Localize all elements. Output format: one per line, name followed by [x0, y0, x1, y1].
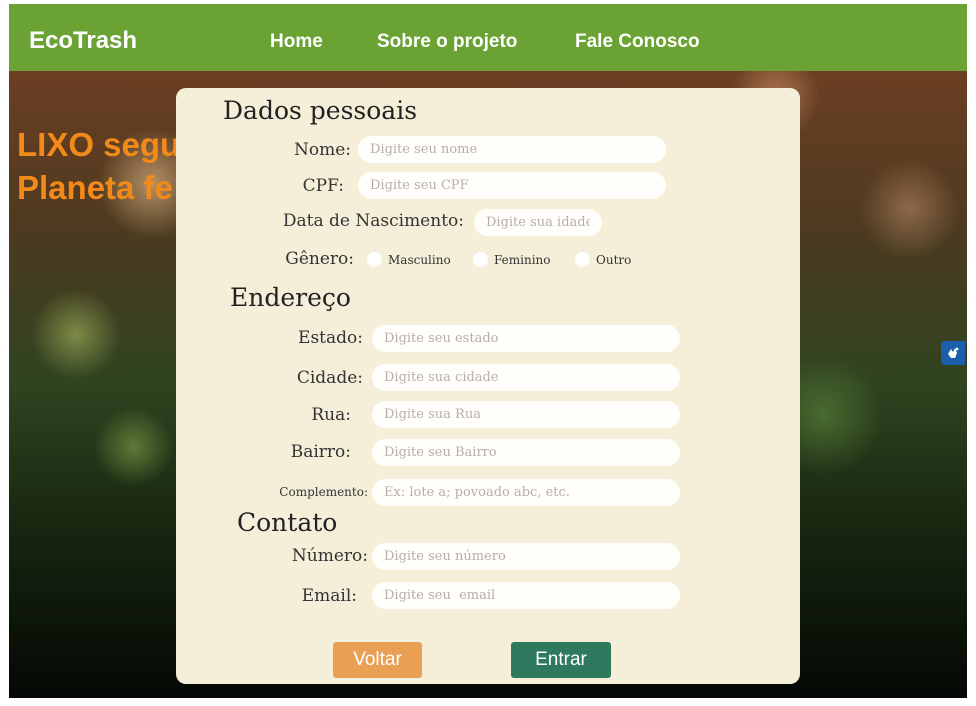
- nav-fale-conosco[interactable]: Fale Conosco: [575, 31, 700, 53]
- accessibility-widget-button[interactable]: [941, 341, 965, 365]
- cidade-input[interactable]: [372, 364, 680, 391]
- bairro-input[interactable]: [372, 439, 680, 466]
- navbar: EcoTrash Home Sobre o projeto Fale Conos…: [9, 4, 967, 71]
- cpf-label: CPF:: [302, 176, 344, 196]
- brand-logo[interactable]: EcoTrash: [29, 27, 137, 55]
- estado-input[interactable]: [372, 325, 680, 352]
- estado-label: Estado:: [298, 328, 363, 348]
- rua-label: Rua:: [311, 405, 351, 425]
- sign-language-icon: [948, 347, 959, 358]
- radio-masculino[interactable]: [367, 252, 382, 267]
- radio-outro[interactable]: [575, 252, 590, 267]
- nav-sobre-projeto[interactable]: Sobre o projeto: [377, 31, 517, 53]
- nascimento-label: Data de Nascimento:: [282, 211, 464, 231]
- nav-home[interactable]: Home: [270, 31, 323, 53]
- section-title-address: Endereço: [230, 283, 351, 312]
- back-button[interactable]: Voltar: [333, 642, 422, 678]
- section-title-personal: Dados pessoais: [223, 96, 418, 125]
- numero-label: Número:: [291, 546, 368, 566]
- submit-button[interactable]: Entrar: [511, 642, 611, 678]
- email-label: Email:: [301, 586, 357, 606]
- section-title-contact: Contato: [237, 508, 338, 537]
- email-input[interactable]: [372, 582, 680, 609]
- radio-label-masculino: Masculino: [388, 253, 451, 267]
- numero-input[interactable]: [372, 543, 680, 570]
- cpf-input[interactable]: [358, 172, 666, 199]
- cidade-label: Cidade:: [296, 368, 363, 388]
- radio-label-feminino: Feminino: [494, 253, 551, 267]
- complemento-input[interactable]: [372, 479, 680, 506]
- radio-label-outro: Outro: [596, 253, 632, 267]
- genero-label: Gênero:: [285, 249, 354, 269]
- radio-feminino[interactable]: [473, 252, 488, 267]
- nome-label: Nome:: [293, 140, 351, 160]
- rua-input[interactable]: [372, 401, 680, 428]
- bairro-label: Bairro:: [290, 442, 351, 462]
- hero-title-line-2: Planeta fe: [17, 169, 173, 206]
- hero-title: LIXO segu Planeta fe: [17, 123, 180, 209]
- nome-input[interactable]: [358, 136, 666, 163]
- registration-form: Dados pessoais Nome: CPF: Data de Nascim…: [176, 88, 800, 684]
- hero-title-line-1: LIXO segu: [17, 126, 181, 163]
- nascimento-input[interactable]: [474, 209, 602, 236]
- complemento-label: Complemento:: [279, 485, 368, 499]
